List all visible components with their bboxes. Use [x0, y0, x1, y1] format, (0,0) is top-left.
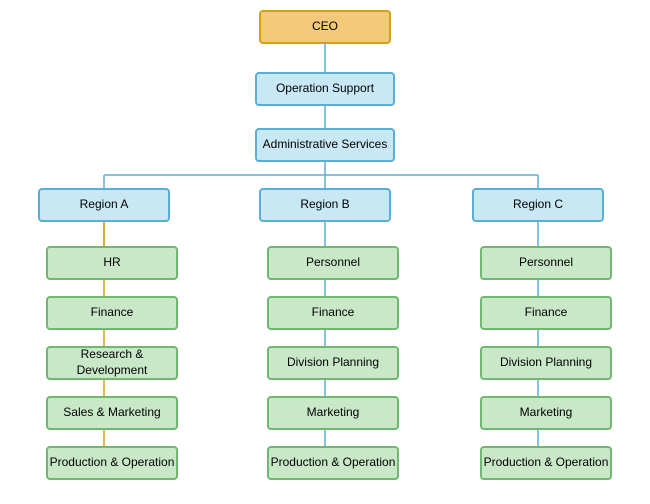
org-chart: CEO Operation Support Administrative Ser…: [0, 0, 650, 504]
ceo-node: CEO: [259, 10, 391, 44]
c-personnel-node: Personnel: [480, 246, 612, 280]
region-c-node: Region C: [472, 188, 604, 222]
a-po-node: Production & Operation: [46, 446, 178, 480]
a-hr-label: HR: [103, 255, 120, 271]
a-rd-label: Research & Development: [48, 347, 176, 378]
region-a-label: Region A: [80, 197, 129, 213]
a-hr-node: HR: [46, 246, 178, 280]
admin-services-label: Administrative Services: [263, 137, 388, 153]
a-po-label: Production & Operation: [50, 455, 175, 471]
b-dp-node: Division Planning: [267, 346, 399, 380]
c-po-node: Production & Operation: [480, 446, 612, 480]
a-rd-node: Research & Development: [46, 346, 178, 380]
op-support-label: Operation Support: [276, 81, 374, 97]
b-personnel-node: Personnel: [267, 246, 399, 280]
admin-services-node: Administrative Services: [255, 128, 395, 162]
c-finance-node: Finance: [480, 296, 612, 330]
b-dp-label: Division Planning: [287, 355, 379, 371]
c-marketing-label: Marketing: [520, 405, 573, 421]
b-personnel-label: Personnel: [306, 255, 360, 271]
ceo-label: CEO: [312, 19, 338, 35]
op-support-node: Operation Support: [255, 72, 395, 106]
region-c-label: Region C: [513, 197, 563, 213]
region-b-label: Region B: [300, 197, 349, 213]
c-dp-label: Division Planning: [500, 355, 592, 371]
b-po-node: Production & Operation: [267, 446, 399, 480]
region-b-node: Region B: [259, 188, 391, 222]
b-finance-label: Finance: [312, 305, 355, 321]
region-a-node: Region A: [38, 188, 170, 222]
b-marketing-node: Marketing: [267, 396, 399, 430]
c-dp-node: Division Planning: [480, 346, 612, 380]
a-finance-node: Finance: [46, 296, 178, 330]
c-po-label: Production & Operation: [484, 455, 609, 471]
c-finance-label: Finance: [525, 305, 568, 321]
b-po-label: Production & Operation: [271, 455, 396, 471]
b-marketing-label: Marketing: [307, 405, 360, 421]
c-marketing-node: Marketing: [480, 396, 612, 430]
a-sm-label: Sales & Marketing: [63, 405, 160, 421]
c-personnel-label: Personnel: [519, 255, 573, 271]
a-finance-label: Finance: [91, 305, 134, 321]
b-finance-node: Finance: [267, 296, 399, 330]
a-sm-node: Sales & Marketing: [46, 396, 178, 430]
